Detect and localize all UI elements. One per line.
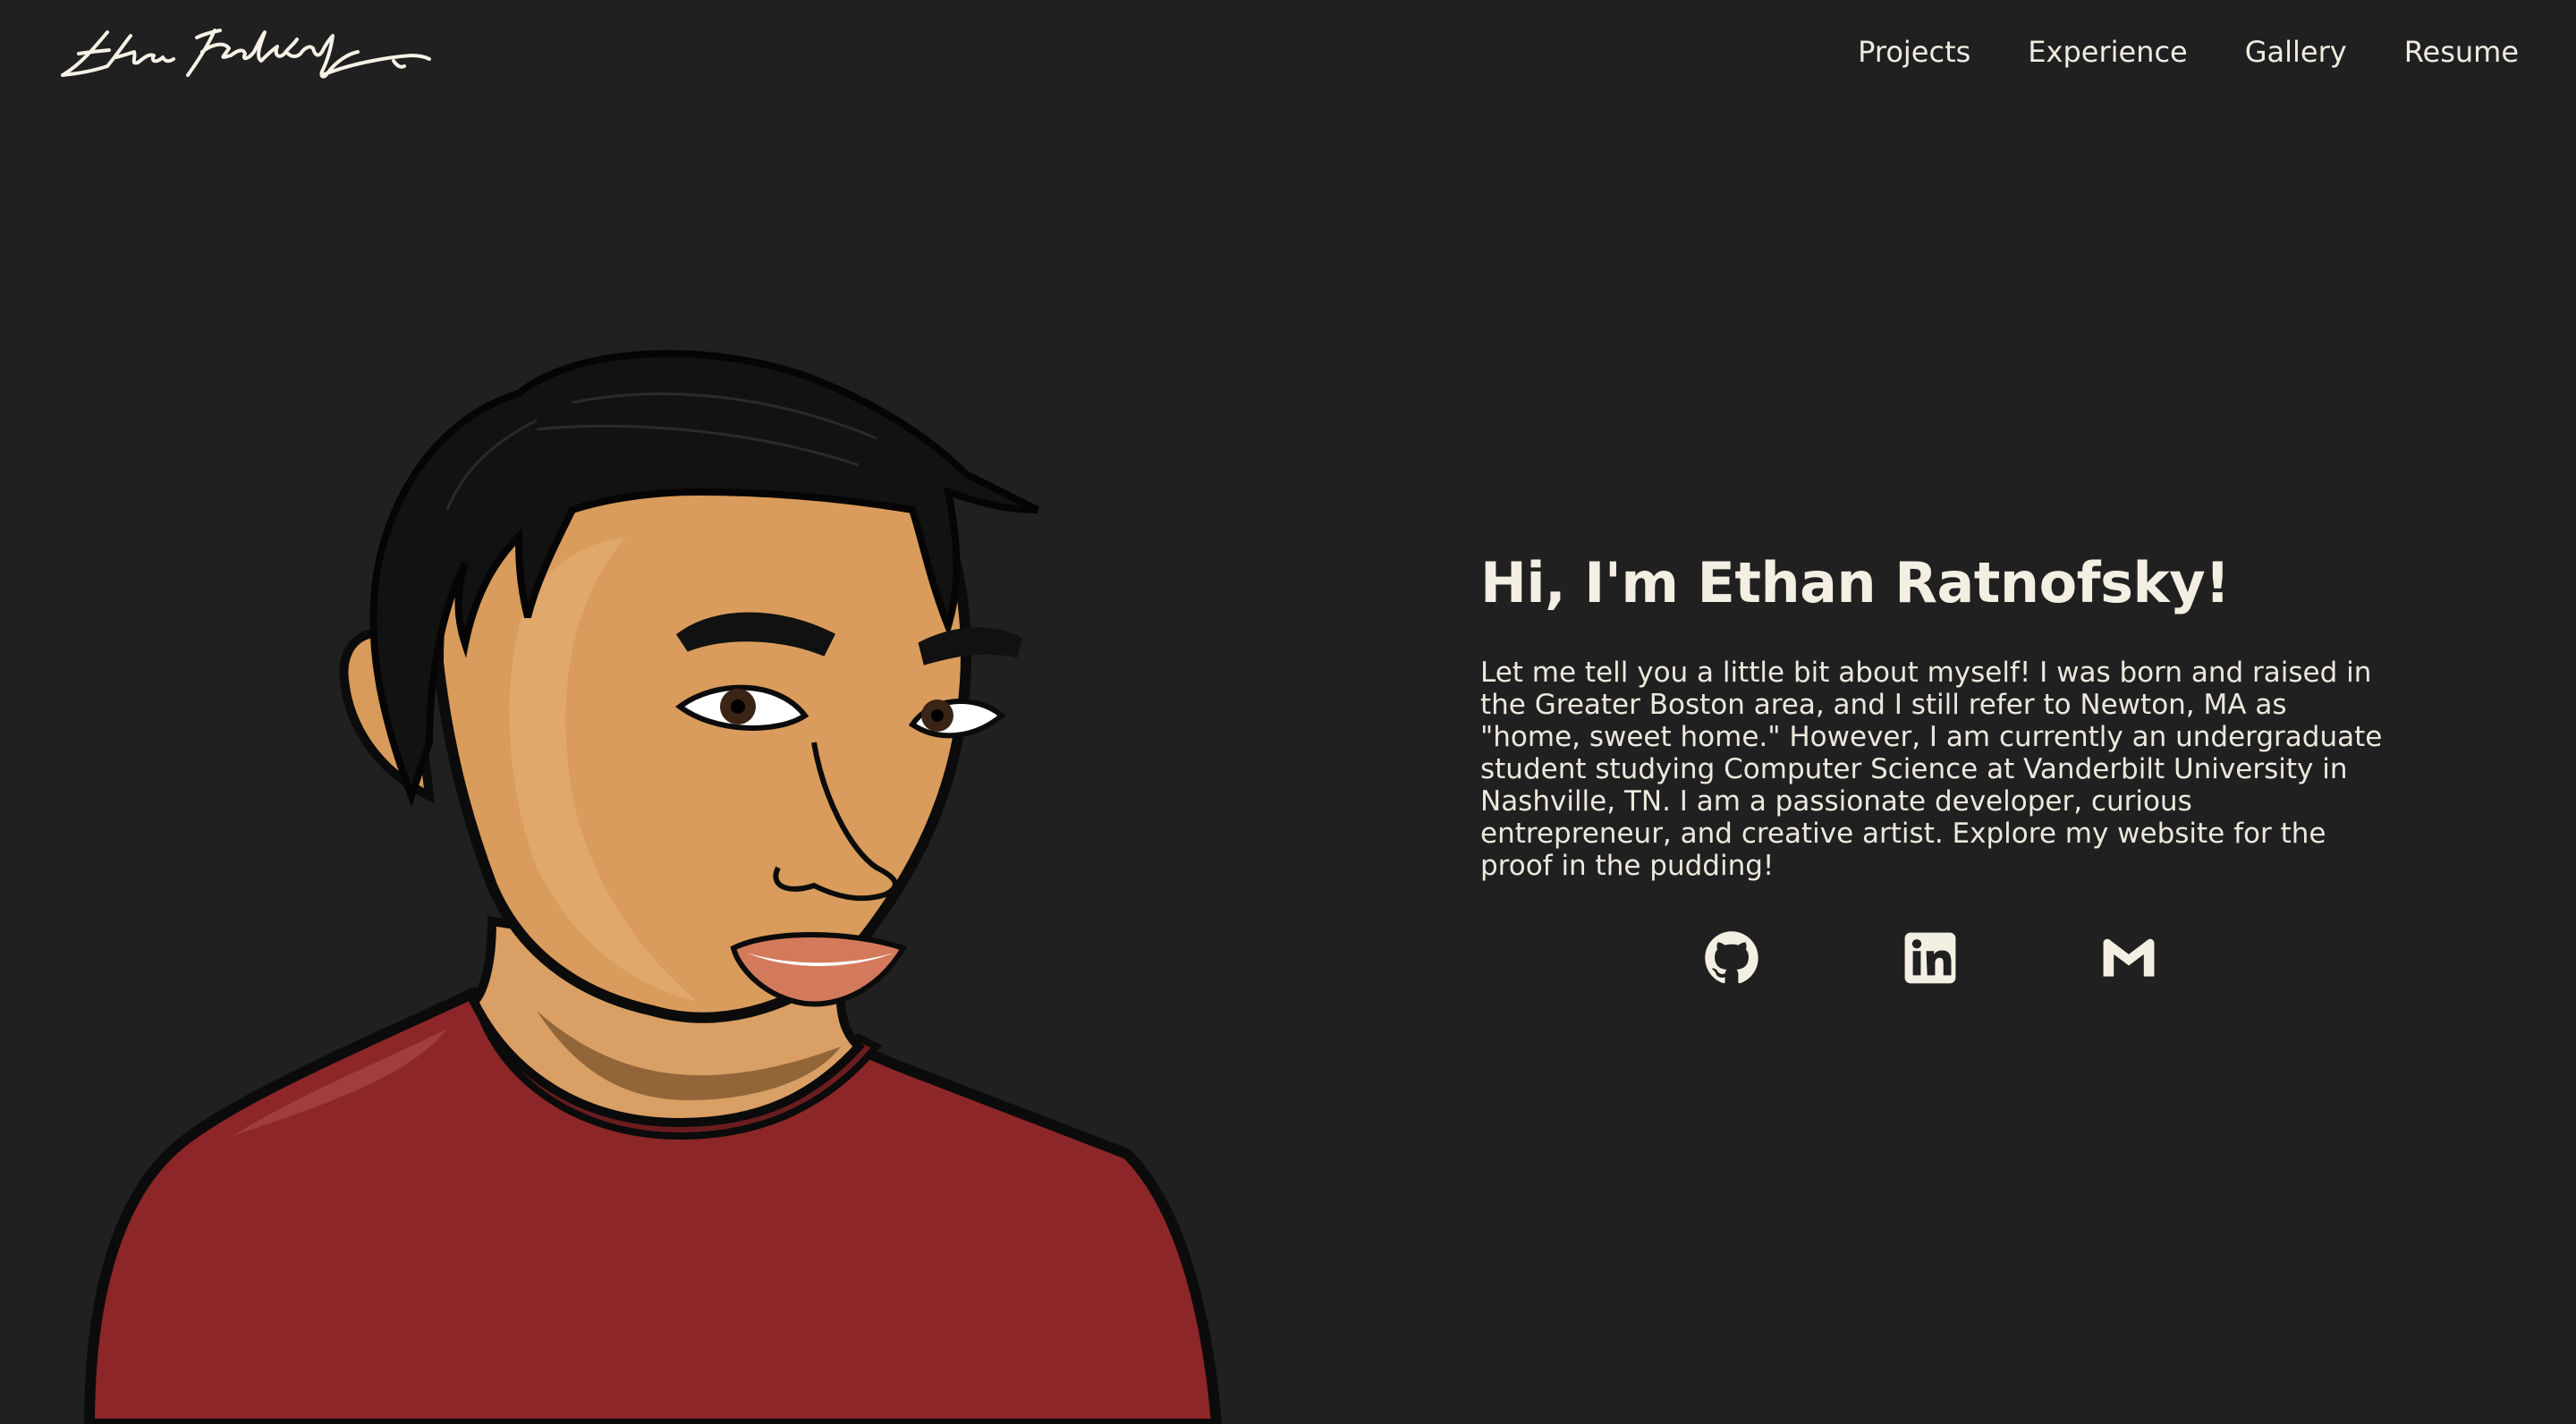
bio-paragraph: Let me tell you a little bit about mysel…: [1480, 657, 2383, 882]
main-nav: Projects Experience Gallery Resume: [1858, 32, 2519, 72]
signature-logo[interactable]: [54, 21, 438, 89]
gmail-icon[interactable]: [2101, 930, 2157, 986]
intro-section: Hi, I'm Ethan Ratnofsky! Let me tell you…: [1480, 547, 2384, 882]
page: Projects Experience Gallery Resume Hi, I…: [0, 0, 2576, 1424]
nav-experience[interactable]: Experience: [2028, 32, 2187, 72]
social-links: [1704, 930, 2157, 986]
nav-resume[interactable]: Resume: [2404, 32, 2519, 72]
nav-projects[interactable]: Projects: [1858, 32, 1970, 72]
nav-gallery[interactable]: Gallery: [2245, 32, 2347, 72]
avatar-illustration: [83, 350, 1223, 1424]
github-icon[interactable]: [1704, 930, 1759, 986]
page-title: Hi, I'm Ethan Ratnofsky!: [1480, 550, 2230, 615]
linkedin-icon[interactable]: [1902, 930, 1958, 986]
